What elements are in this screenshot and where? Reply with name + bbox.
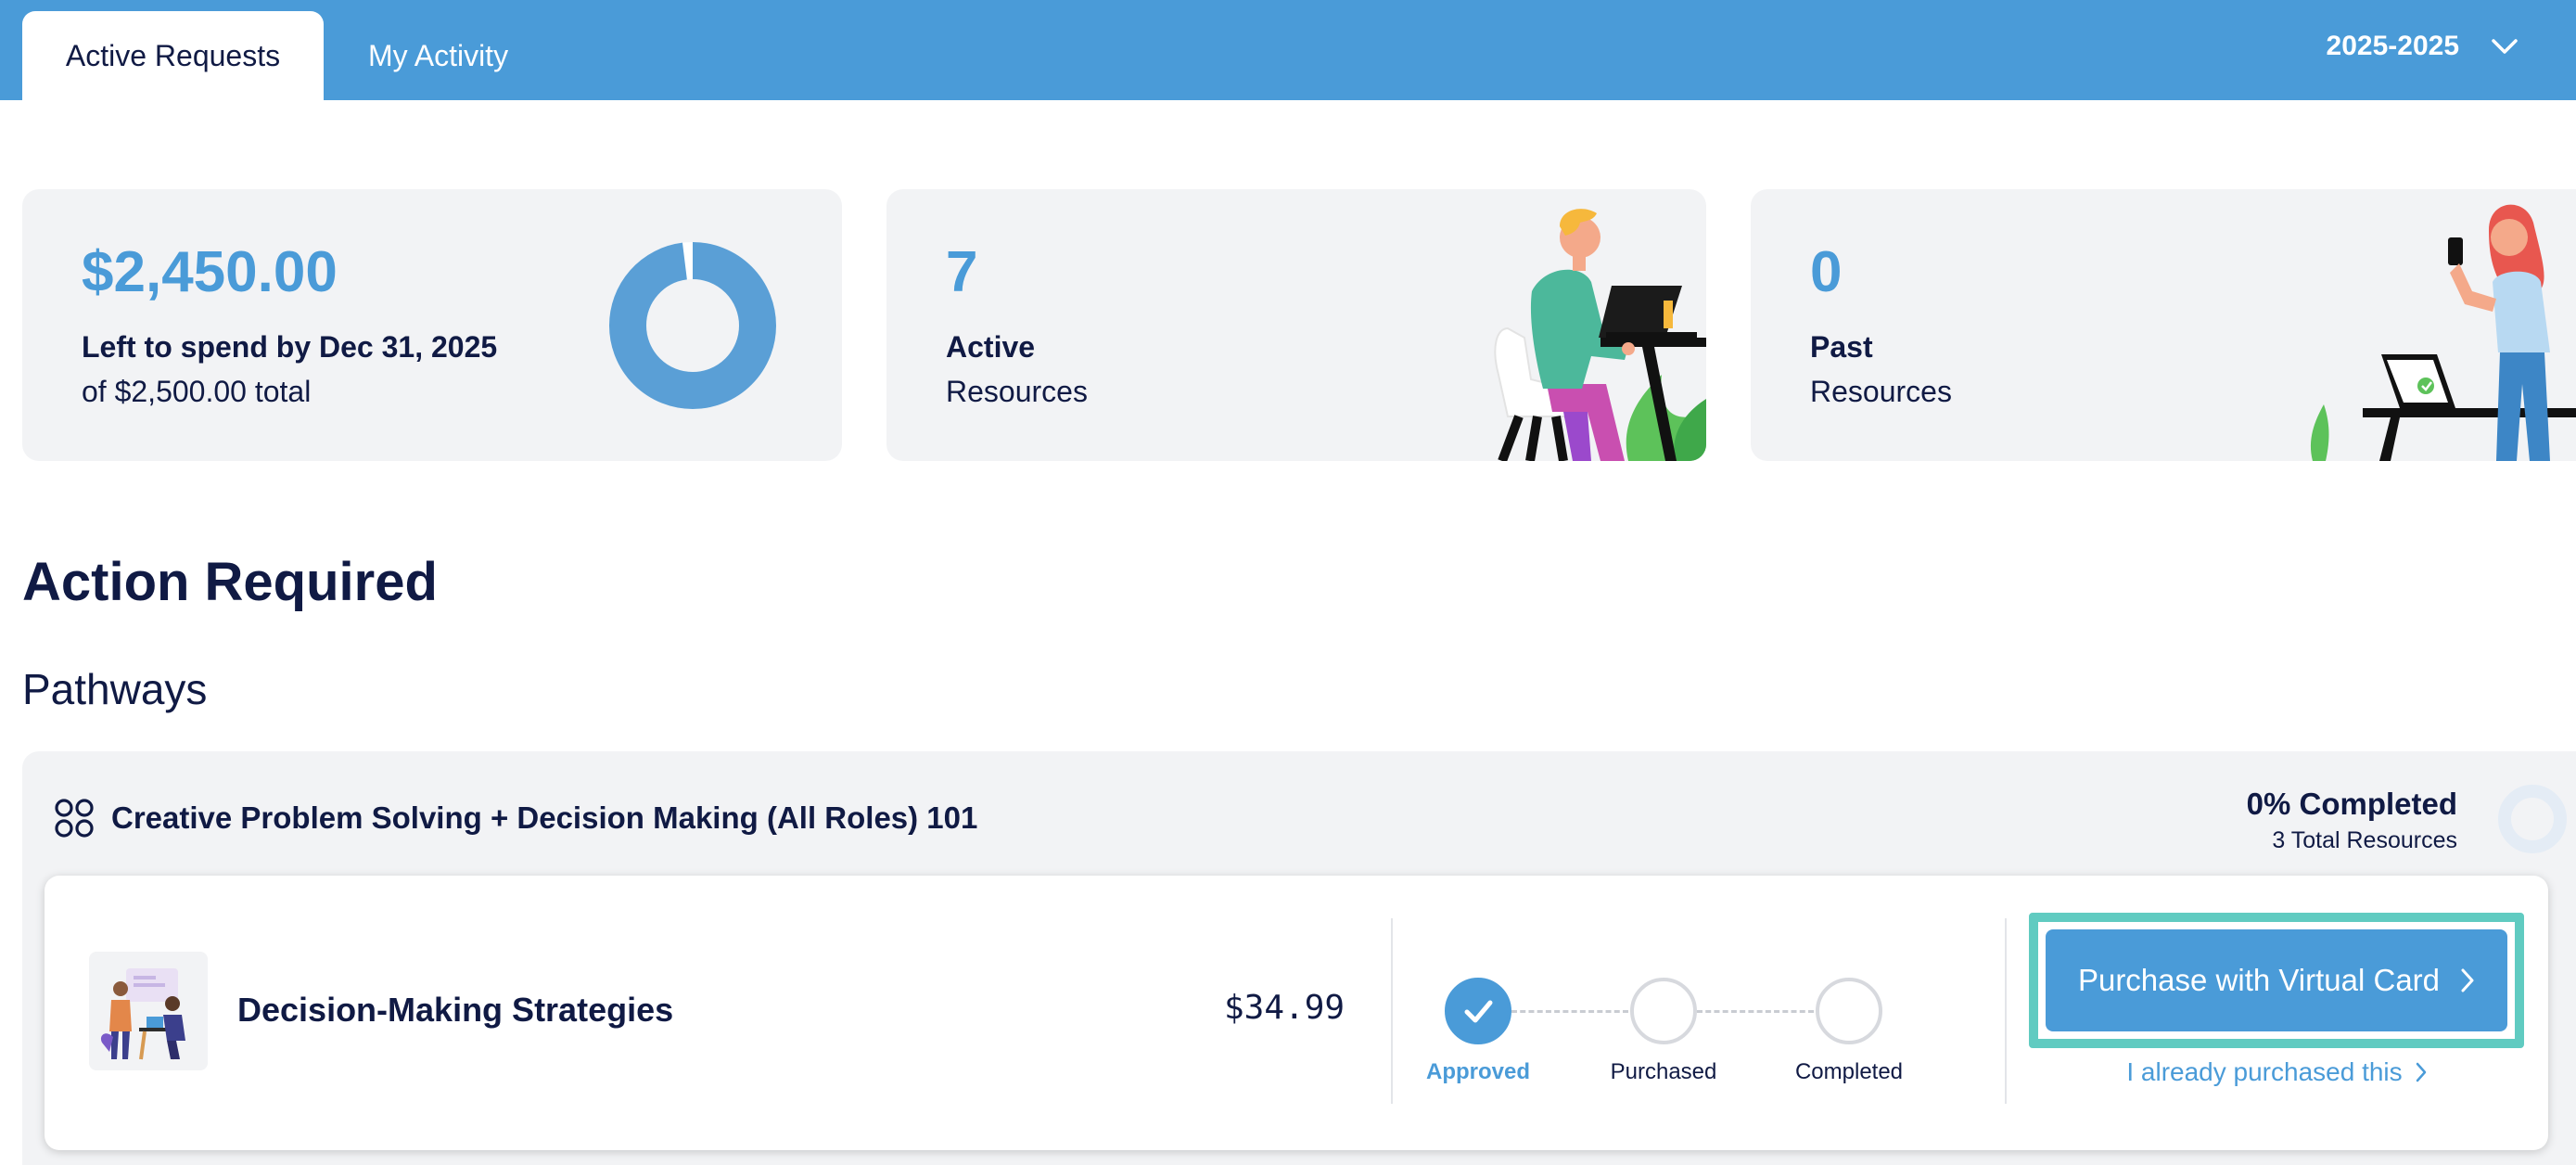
step-connector — [1511, 1010, 1628, 1013]
grid-circles-icon — [55, 799, 94, 838]
person-with-phone-illustration — [2310, 204, 2576, 461]
past-label: Past — [1810, 330, 1873, 364]
budget-card: $2,450.00 Left to spend by Dec 31, 2025 … — [22, 189, 842, 461]
tab-my-activity[interactable]: My Activity — [325, 11, 552, 100]
pathway-title[interactable]: Creative Problem Solving + Decision Maki… — [111, 798, 977, 839]
resource-title[interactable]: Decision-Making Strategies — [237, 991, 673, 1030]
tab-active-requests[interactable]: Active Requests — [22, 11, 324, 100]
active-sublabel: Resources — [946, 375, 1088, 408]
step-purchased-indicator — [1630, 978, 1697, 1044]
active-count: 7 — [946, 240, 978, 304]
past-count: 0 — [1810, 240, 1843, 304]
resource-price: $34.99 — [1224, 989, 1345, 1027]
purchase-button-label: Purchase with Virtual Card — [2077, 963, 2441, 997]
budget-remaining-arc — [609, 242, 776, 409]
chevron-right-icon — [2461, 968, 2474, 992]
pathway-progress-ring — [2498, 785, 2567, 853]
budget-label: Left to spend by Dec 31, 2025 — [82, 330, 498, 364]
resource-thumbnail — [89, 952, 208, 1070]
year-select-value: 2025-2025 — [2326, 31, 2459, 61]
pathway-panel: Creative Problem Solving + Decision Maki… — [22, 751, 2576, 1165]
top-nav-bar: Active Requests My Activity 2025-2025 — [0, 0, 2576, 100]
active-resources-card: 7 Active Resources — [886, 189, 1706, 461]
active-label: Active — [946, 330, 1036, 364]
step-approved-indicator — [1445, 978, 1511, 1044]
pathways-heading: Pathways — [22, 665, 208, 713]
divider — [2005, 918, 2007, 1104]
purchase-button-highlight: Purchase with Virtual Card — [2029, 913, 2524, 1048]
already-purchased-link[interactable]: I already purchased this — [2038, 1057, 2515, 1087]
budget-donut-chart — [609, 242, 776, 409]
person-at-desk-illustration — [1494, 209, 1706, 461]
already-purchased-label: I already purchased this — [2126, 1057, 2403, 1086]
past-resources-card: 0 Past Resources — [1751, 189, 2576, 461]
checkmark-icon — [1464, 1000, 1493, 1023]
step-connector — [1697, 1010, 1814, 1013]
budget-sublabel: of $2,500.00 total — [82, 375, 312, 408]
budget-amount: $2,450.00 — [82, 240, 338, 304]
year-select[interactable]: 2025-2025 — [2327, 24, 2519, 69]
pathway-completed-percent: 0% Completed — [2246, 787, 2457, 821]
resource-card: Decision-Making Strategies $34.99 Approv… — [45, 876, 2548, 1150]
step-completed-indicator — [1816, 978, 1882, 1044]
divider — [1391, 918, 1393, 1104]
pathway-total-resources: 3 Total Resources — [2272, 827, 2457, 853]
past-sublabel: Resources — [1810, 375, 1952, 408]
chevron-down-icon — [2492, 39, 2518, 54]
chevron-right-icon — [2416, 1062, 2426, 1082]
purchase-with-virtual-card-button[interactable]: Purchase with Virtual Card — [2046, 929, 2507, 1031]
step-approved-label: Approved — [1425, 1059, 1530, 1084]
step-purchased-label: Purchased — [1610, 1059, 1717, 1084]
team-meeting-illustration — [100, 968, 185, 1060]
step-completed-label: Completed — [1794, 1059, 1904, 1084]
action-required-heading: Action Required — [22, 552, 438, 612]
